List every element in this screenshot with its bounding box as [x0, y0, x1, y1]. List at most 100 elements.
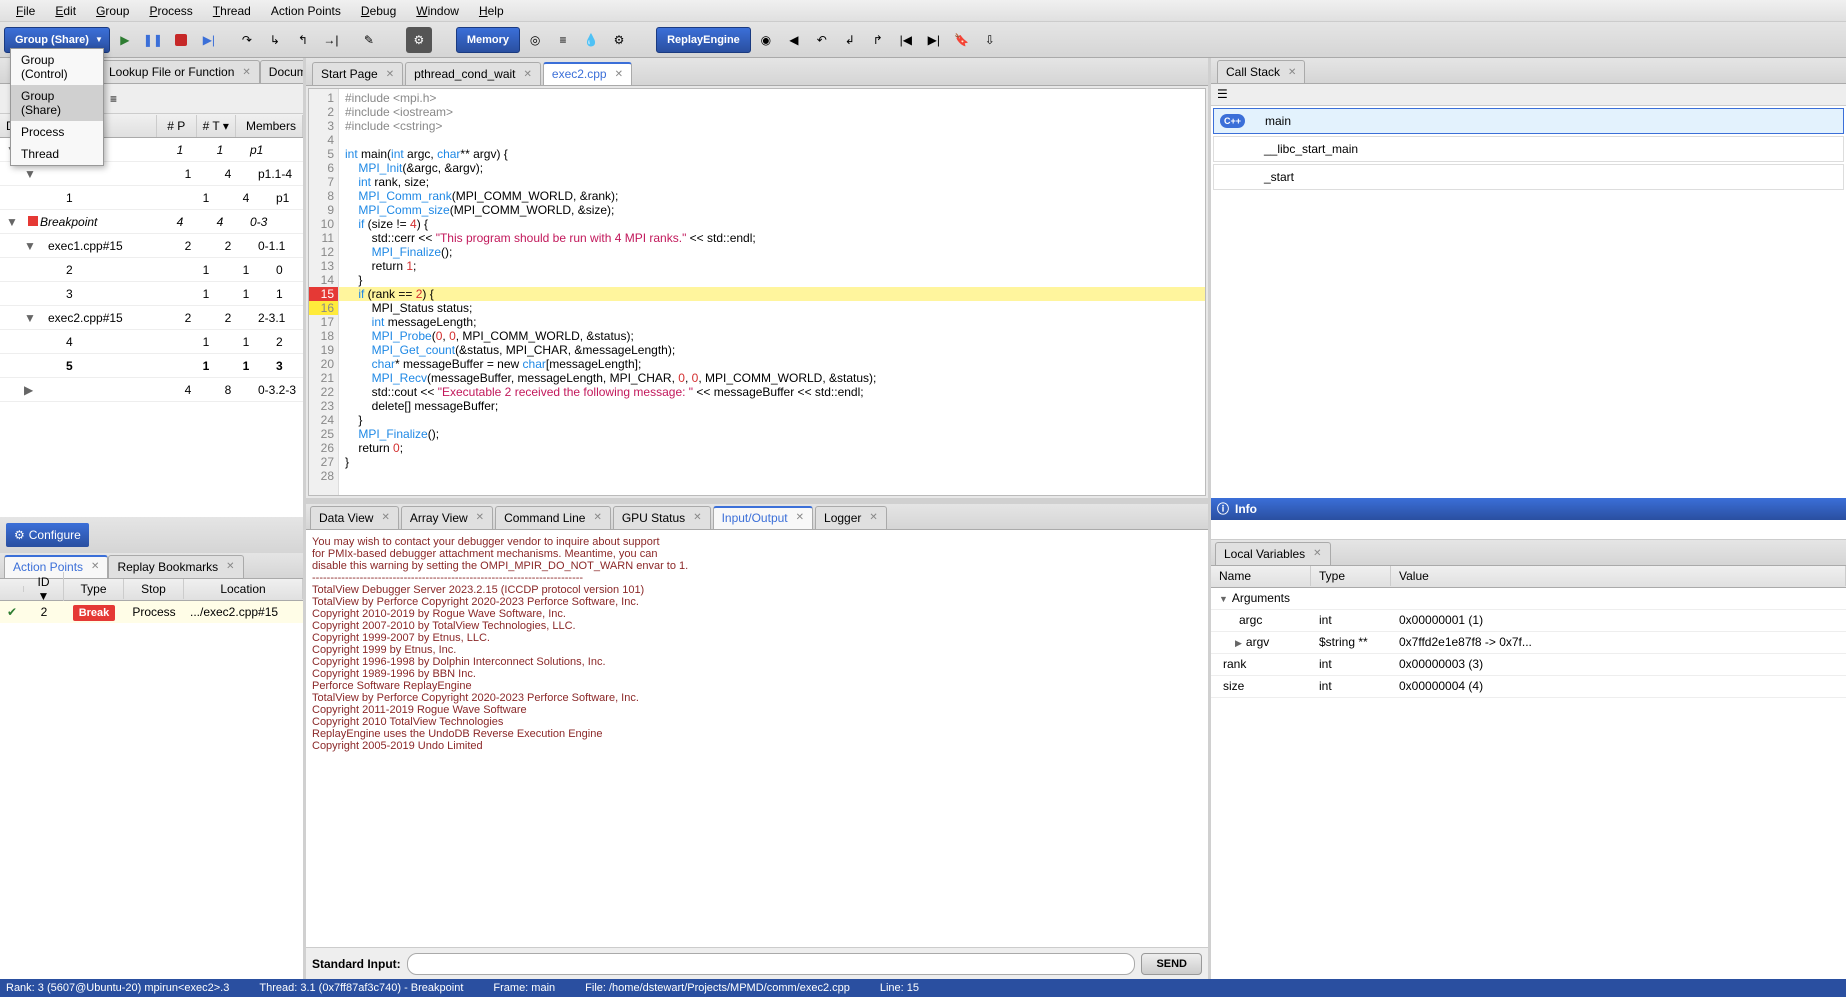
replay-back-button[interactable]: ◀ [781, 27, 807, 53]
local-vars-body: ▼Argumentsargcint0x00000001 (1)▶argv$str… [1211, 588, 1846, 980]
process-option[interactable]: Process [11, 121, 103, 143]
kill-button[interactable] [168, 27, 194, 53]
tab-command-line[interactable]: Command Line✕ [495, 506, 611, 529]
process-row[interactable]: ▶480-3.2-3 [0, 378, 303, 402]
tab-processes[interactable]: Lookup File or Function✕ [100, 60, 260, 83]
menu-process[interactable]: Process [139, 2, 202, 20]
replay-step-back-out-button[interactable]: ↱ [865, 27, 891, 53]
process-row[interactable]: ▼exec1.cpp#15220-1.1 [0, 234, 303, 258]
tab-start-page[interactable]: Start Page✕ [312, 62, 403, 85]
process-row[interactable]: 114p1 [0, 186, 303, 210]
menubar: File Edit Group Process Thread Action Po… [0, 0, 1846, 22]
group-control-option[interactable]: Group (Control) [11, 49, 103, 85]
callstack-tabs: Call Stack✕ [1211, 58, 1846, 84]
tab-local-variables[interactable]: Local Variables✕ [1215, 542, 1331, 565]
menu-file[interactable]: File [6, 2, 45, 20]
tab-logger[interactable]: Logger✕ [815, 506, 887, 529]
callstack-row[interactable]: __libc_start_main [1213, 136, 1844, 162]
replay-save-button[interactable]: ⇩ [977, 27, 1003, 53]
group-share-option[interactable]: Group (Share) [11, 85, 103, 121]
settings-button[interactable]: ⚙ [406, 27, 432, 53]
next-button[interactable]: ▶| [196, 27, 222, 53]
replay-next-button[interactable]: ▶| [921, 27, 947, 53]
go-button[interactable]: ▶ [112, 27, 138, 53]
tab-gpu-status[interactable]: GPU Status✕ [613, 506, 711, 529]
output-body: You may wish to contact your debugger ve… [306, 530, 1208, 948]
header-p[interactable]: # P [157, 115, 196, 137]
replay-step-back-over-button[interactable]: ↶ [809, 27, 835, 53]
status-rank: Rank: 3 (5607@Ubuntu-20) mpirun<exec2>.3 [6, 982, 229, 994]
replay-engine-button[interactable]: ReplayEngine [656, 27, 751, 53]
menu-thread[interactable]: Thread [203, 2, 261, 20]
replay-prev-button[interactable]: |◀ [893, 27, 919, 53]
output-tabs: Data View✕ Array View✕ Command Line✕ GPU… [306, 504, 1208, 530]
ap-header-stop[interactable]: Stop [124, 579, 184, 599]
edit-button[interactable]: ✎ [356, 27, 382, 53]
halt-button[interactable]: ❚❚ [140, 27, 166, 53]
step-out-button[interactable]: ↰ [290, 27, 316, 53]
tab-replay-bookmarks[interactable]: Replay Bookmarks✕ [108, 555, 243, 578]
thread-option[interactable]: Thread [11, 143, 103, 165]
local-var-row[interactable]: argcint0x00000001 (1) [1211, 610, 1846, 632]
process-row[interactable]: 5113 [0, 354, 303, 378]
code-editor[interactable]: 1234567891011121314151617181920212223242… [308, 88, 1206, 496]
ap-header-location[interactable]: Location [184, 579, 303, 599]
proc-refresh-icon[interactable]: ≡ [110, 92, 117, 106]
tab-pthread[interactable]: pthread_cond_wait✕ [405, 62, 541, 85]
replay-record-button[interactable]: ◉ [753, 27, 779, 53]
stdin-input[interactable] [407, 953, 1136, 975]
local-var-row[interactable]: sizeint0x00000004 (4) [1211, 676, 1846, 698]
tab-data-view[interactable]: Data View✕ [310, 506, 399, 529]
run-to-button[interactable]: →| [318, 27, 344, 53]
mem-opt2-button[interactable]: ≡ [550, 27, 576, 53]
configure-button[interactable]: ⚙ Configure [6, 523, 89, 547]
memory-button[interactable]: Memory [456, 27, 520, 53]
filter-icon[interactable]: ☰ [1217, 87, 1228, 101]
mem-opt1-button[interactable]: ◎ [522, 27, 548, 53]
process-row[interactable]: 3111 [0, 282, 303, 306]
callstack-body: C++main__libc_start_main_start [1211, 106, 1846, 498]
mem-leak-button[interactable]: 💧 [578, 27, 604, 53]
local-var-row[interactable]: ▶argv$string **0x7ffd2e1e87f8 -> 0x7f... [1211, 632, 1846, 654]
tab-array-view[interactable]: Array View✕ [401, 506, 493, 529]
statusbar: Rank: 3 (5607@Ubuntu-20) mpirun<exec2>.3… [0, 979, 1846, 997]
tab-call-stack[interactable]: Call Stack✕ [1217, 60, 1305, 83]
local-var-row[interactable]: rankint0x00000003 (3) [1211, 654, 1846, 676]
menu-group[interactable]: Group [86, 2, 139, 20]
info-panel-body [1211, 520, 1846, 540]
menu-edit[interactable]: Edit [45, 2, 86, 20]
process-row[interactable]: 2110 [0, 258, 303, 282]
group-scope-menu: Group (Control) Group (Share) Process Th… [10, 48, 104, 166]
process-row[interactable]: 4112 [0, 330, 303, 354]
local-var-row[interactable]: ▼Arguments [1211, 588, 1846, 610]
mem-settings-button[interactable]: ⚙ [606, 27, 632, 53]
callstack-row[interactable]: C++main [1213, 108, 1844, 134]
header-members[interactable]: Members [236, 115, 303, 137]
action-point-row[interactable]: ✔2BreakProcess.../exec2.cpp#15 [0, 601, 303, 623]
replay-bookmark-button[interactable]: 🔖 [949, 27, 975, 53]
step-into-button[interactable]: ↳ [262, 27, 288, 53]
header-t[interactable]: # T ▾ [197, 115, 236, 137]
lv-header-name[interactable]: Name [1211, 566, 1311, 586]
process-row[interactable]: ▼Breakpoint440-3 [0, 210, 303, 234]
menu-help[interactable]: Help [469, 2, 514, 20]
replay-step-back-into-button[interactable]: ↲ [837, 27, 863, 53]
tab-exec2[interactable]: exec2.cpp✕ [543, 62, 632, 85]
callstack-row[interactable]: _start [1213, 164, 1844, 190]
menu-debug[interactable]: Debug [351, 2, 406, 20]
process-tree: ▼Running11p1▼14p1.1-4114p1▼Breakpoint440… [0, 138, 303, 517]
action-points-header: ID ▼ Type Stop Location [0, 579, 303, 601]
menu-window[interactable]: Window [406, 2, 469, 20]
process-row[interactable]: ▼exec2.cpp#15222-3.1 [0, 306, 303, 330]
step-over-button[interactable]: ↷ [234, 27, 260, 53]
info-panel-header[interactable]: ⓘInfo [1211, 498, 1846, 520]
lv-header-type[interactable]: Type [1311, 566, 1391, 586]
tab-input-output[interactable]: Input/Output✕ [713, 506, 813, 529]
ap-header-type[interactable]: Type [64, 579, 124, 599]
send-button[interactable]: SEND [1141, 953, 1202, 975]
info-icon: ⓘ [1217, 500, 1229, 517]
stdin-label: Standard Input: [312, 957, 401, 971]
menu-action-points[interactable]: Action Points [261, 2, 351, 20]
status-thread: Thread: 3.1 (0x7ff87af3c740) - Breakpoin… [259, 982, 463, 994]
lv-header-value[interactable]: Value [1391, 566, 1846, 586]
